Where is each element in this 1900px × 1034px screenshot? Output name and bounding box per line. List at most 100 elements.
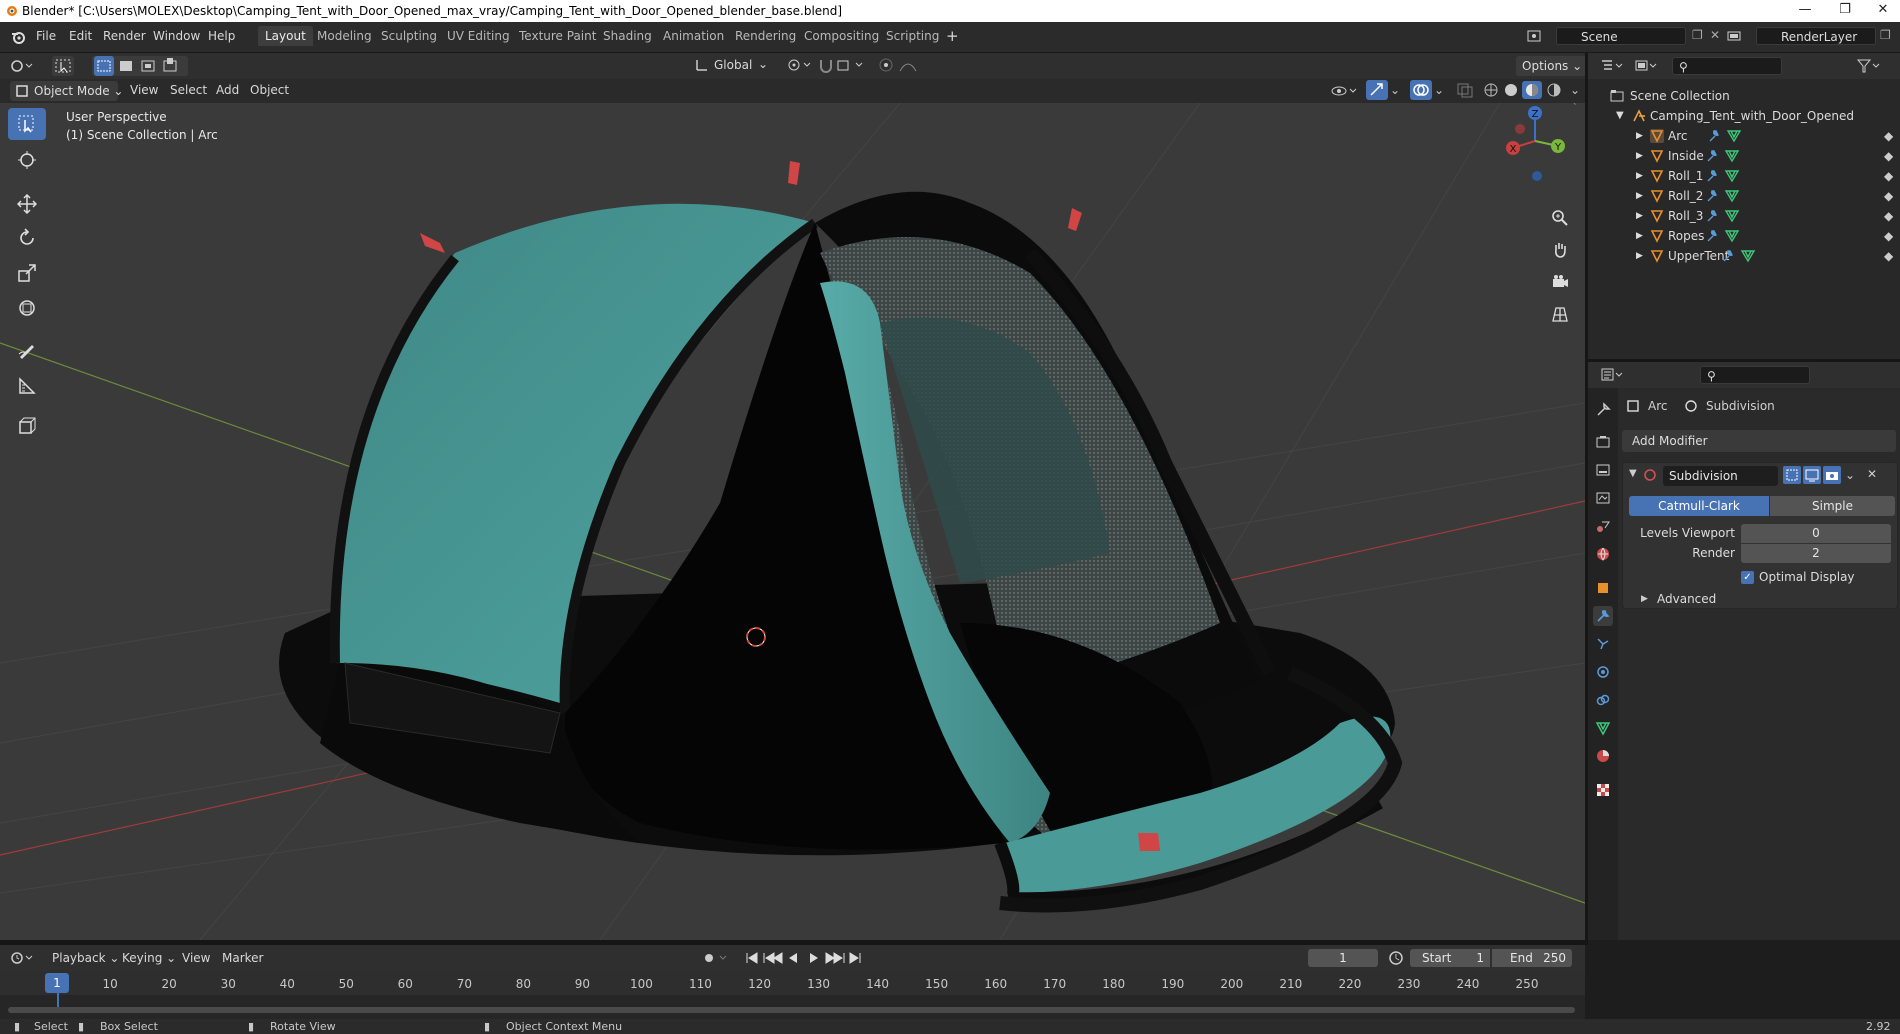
pan-hand-icon[interactable] (1545, 235, 1575, 265)
gizmo-toggle-icon[interactable] (1366, 80, 1388, 100)
editor-type-icon[interactable] (10, 57, 34, 78)
visibility-eye-icon[interactable]: ◆ (1884, 166, 1893, 186)
object-tab-icon[interactable] (1593, 578, 1613, 598)
gizmo-dropdown-icon[interactable]: ⌄ (1390, 83, 1400, 97)
tab-shading[interactable]: Shading (596, 26, 659, 46)
material-tab-icon[interactable] (1593, 746, 1613, 766)
perspective-toggle-icon[interactable] (1545, 299, 1575, 329)
menu-add[interactable]: Add (216, 83, 239, 97)
outliner-object-row[interactable]: ▶ Roll_3 ◆ (1588, 206, 1900, 226)
levels-viewport-field[interactable]: 0 (1741, 524, 1891, 543)
measure-tool-icon[interactable] (8, 370, 46, 402)
visibility-eye-icon[interactable]: ◆ (1884, 246, 1893, 266)
outliner-editor-icon[interactable] (1600, 58, 1626, 77)
expand-arrow-icon[interactable]: ▶ (1636, 186, 1643, 206)
tab-layout[interactable]: Layout (258, 26, 313, 46)
outliner-search-input[interactable]: ⚲ (1672, 57, 1782, 75)
new-scene-icon[interactable]: ❐ (1692, 28, 1703, 42)
visibility-eye-icon[interactable]: ◆ (1884, 186, 1893, 206)
visibility-eye-icon[interactable]: ◆ (1884, 126, 1893, 146)
xray-toggle-icon[interactable] (1456, 82, 1474, 101)
expand-arrow-icon[interactable]: ▶ (1636, 126, 1643, 146)
expand-arrow-icon[interactable]: ▶ (1636, 226, 1643, 246)
outliner-object-row[interactable]: ▶ Ropes ◆ (1588, 226, 1900, 246)
selection-mode-buttons[interactable] (92, 56, 188, 76)
expand-arrow-icon[interactable]: ▶ (1636, 246, 1643, 266)
zoom-icon[interactable] (1545, 203, 1575, 233)
menu-view[interactable]: View (130, 83, 158, 97)
expand-arrow-icon[interactable]: ▶ (1636, 206, 1643, 226)
tab-modeling[interactable]: Modeling (310, 26, 379, 46)
modifier-wrench-icon[interactable] (1706, 169, 1742, 183)
cursor-tool-icon[interactable] (8, 144, 46, 176)
timeline[interactable]: 10 20 30 40 50 60 70 80 90 100 110 120 130 140 150 160 1… (0, 971, 1585, 1019)
new-view-layer-icon[interactable]: ❐ (1880, 28, 1891, 42)
modifier-wrench-icon[interactable] (1706, 209, 1742, 223)
scene-tab-icon[interactable] (1593, 516, 1613, 536)
viewport-toggle-icon[interactable] (1803, 466, 1821, 484)
outliner-object-row[interactable]: ▶ Roll_2 ◆ (1588, 186, 1900, 206)
add-workspace-icon[interactable]: + (946, 27, 959, 45)
tent-model[interactable] (279, 161, 1403, 913)
modifier-name-input[interactable]: Subdivision (1663, 466, 1778, 486)
minimize-icon[interactable]: — (1790, 2, 1820, 17)
modifier-wrench-icon[interactable] (1722, 249, 1758, 263)
outliner-object-row[interactable]: ▶ Arc ◆ (1588, 126, 1900, 146)
visibility-eye-icon[interactable]: ◆ (1884, 146, 1893, 166)
simple-button[interactable]: Simple (1770, 496, 1895, 516)
menu-view[interactable]: View (182, 951, 210, 965)
catmull-clark-button[interactable]: Catmull-Clark (1629, 496, 1769, 516)
optimal-display-checkbox[interactable]: ✓ (1741, 571, 1754, 584)
blender-menu-icon[interactable] (10, 29, 26, 48)
options-dropdown[interactable]: Options ⌄ (1516, 56, 1589, 76)
menu-object[interactable]: Object (250, 83, 289, 97)
menu-edit[interactable]: Edit (69, 29, 92, 43)
view-layer-icon[interactable] (1726, 28, 1742, 47)
menu-playback[interactable]: Playback ⌄ (52, 951, 119, 965)
display-mode-icon[interactable] (1634, 58, 1660, 77)
tab-sculpting[interactable]: Sculpting (374, 26, 444, 46)
tab-compositing[interactable]: Compositing (797, 26, 886, 46)
menu-marker[interactable]: Marker (222, 951, 263, 965)
scale-tool-icon[interactable] (8, 257, 46, 289)
output-tab-icon[interactable] (1593, 460, 1613, 480)
particles-tab-icon[interactable] (1593, 634, 1613, 654)
tab-animation[interactable]: Animation (656, 26, 731, 46)
close-icon[interactable]: ✕ (1868, 2, 1898, 17)
outliner-collection-row[interactable]: ▼ Camping_Tent_with_Door_Opened (1588, 106, 1900, 126)
navigation-gizmo[interactable]: Z Y X (1490, 103, 1570, 191)
camera-view-icon[interactable] (1545, 267, 1575, 297)
tab-texture-paint[interactable]: Texture Paint (512, 26, 603, 46)
3d-viewport[interactable]: User Perspective (1) Scene Collection | … (0, 103, 1585, 940)
rotate-tool-icon[interactable] (8, 222, 46, 254)
scene-icon[interactable] (1526, 28, 1542, 47)
add-cube-tool-icon[interactable] (8, 410, 46, 442)
collapse-arrow-icon[interactable]: ▼ (1616, 106, 1624, 126)
edit-mode-toggle-icon[interactable] (1783, 466, 1801, 484)
render-tab-icon[interactable] (1593, 432, 1613, 452)
tab-uv-editing[interactable]: UV Editing (440, 26, 517, 46)
render-levels-field[interactable]: 2 (1741, 544, 1891, 563)
physics-tab-icon[interactable] (1593, 662, 1613, 682)
visibility-eye-icon[interactable]: ◆ (1884, 206, 1893, 226)
outliner-object-row[interactable]: ▶ UpperTent ◆ (1588, 246, 1900, 266)
add-modifier-button[interactable]: Add Modifier (1622, 430, 1896, 452)
tab-scripting[interactable]: Scripting (879, 26, 946, 46)
record-keyframe-icon[interactable] (702, 951, 732, 968)
modifier-menu-chevron-icon[interactable]: ⌄ (1845, 468, 1855, 482)
modifier-wrench-icon[interactable] (1706, 229, 1742, 243)
properties-search-input[interactable]: ⚲ (1700, 366, 1810, 384)
expand-arrow-icon[interactable]: ▶ (1636, 166, 1643, 186)
outliner-scene-collection[interactable]: Scene Collection (1588, 86, 1900, 106)
modifier-wrench-icon[interactable] (1706, 189, 1742, 203)
restore-icon[interactable]: ❐ (1830, 2, 1860, 17)
transform-tool-icon[interactable] (8, 292, 46, 324)
menu-render[interactable]: Render (103, 29, 146, 43)
expand-arrow-icon[interactable]: ▶ (1636, 146, 1643, 166)
data-tab-icon[interactable] (1593, 718, 1613, 738)
current-frame-field[interactable]: 1 (1308, 949, 1378, 967)
visibility-eye-icon[interactable]: ◆ (1884, 226, 1893, 246)
shading-dropdown-icon[interactable]: ⌄ (1570, 83, 1580, 97)
annotate-tool-icon[interactable] (8, 334, 46, 366)
menu-keying[interactable]: Keying ⌄ (122, 951, 176, 965)
